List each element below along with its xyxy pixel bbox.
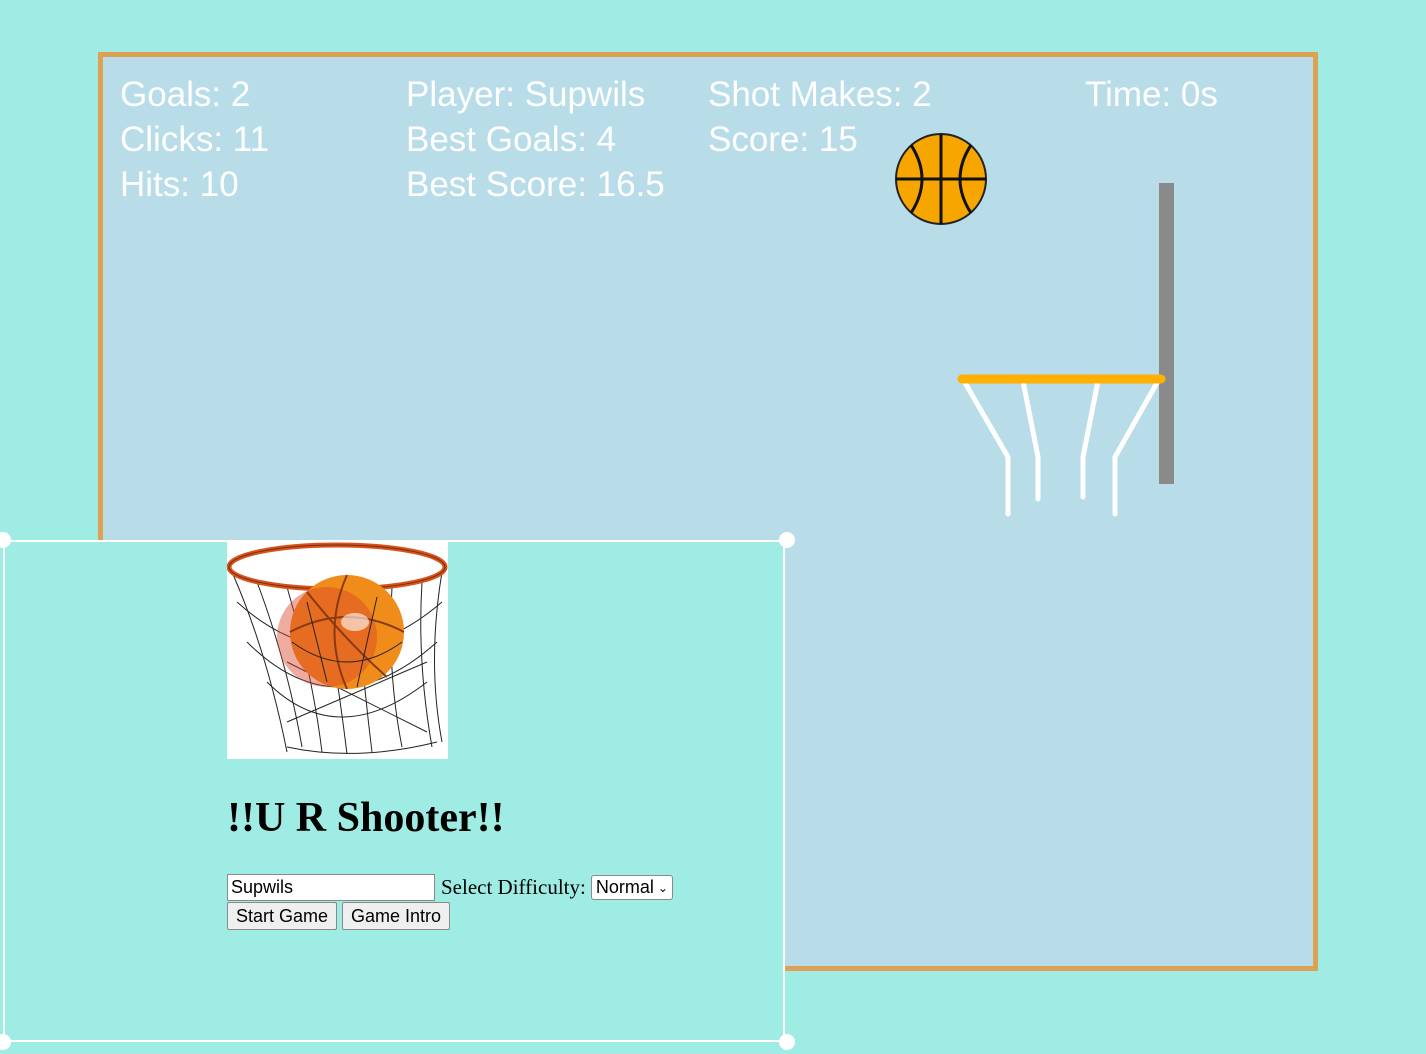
player-name-input[interactable]	[227, 874, 435, 901]
resize-handle-top-left[interactable]	[0, 532, 11, 548]
start-menu-overlay: !!U R Shooter!! Select Difficulty: Norma…	[0, 532, 795, 1050]
game-title: !!U R Shooter!!	[227, 795, 505, 841]
basketball-icon[interactable]	[895, 133, 987, 225]
start-game-button[interactable]: Start Game	[227, 902, 338, 930]
basketball-hoop-logo	[226, 542, 448, 759]
settings-row: Select Difficulty: Normal ⌄	[227, 874, 673, 901]
difficulty-label: Select Difficulty:	[441, 875, 586, 899]
resize-handle-bottom-right[interactable]	[779, 1034, 795, 1050]
resize-handle-top-right[interactable]	[779, 532, 795, 548]
difficulty-select[interactable]: Normal ⌄	[590, 875, 673, 900]
game-intro-button[interactable]: Game Intro	[342, 902, 451, 930]
net	[961, 378, 1161, 517]
chevron-down-icon: ⌄	[657, 880, 668, 895]
action-row: Start Game Game Intro	[227, 902, 451, 930]
difficulty-selected-value: Normal	[595, 877, 654, 897]
resize-handle-bottom-left[interactable]	[0, 1034, 11, 1050]
backboard	[1159, 183, 1174, 484]
